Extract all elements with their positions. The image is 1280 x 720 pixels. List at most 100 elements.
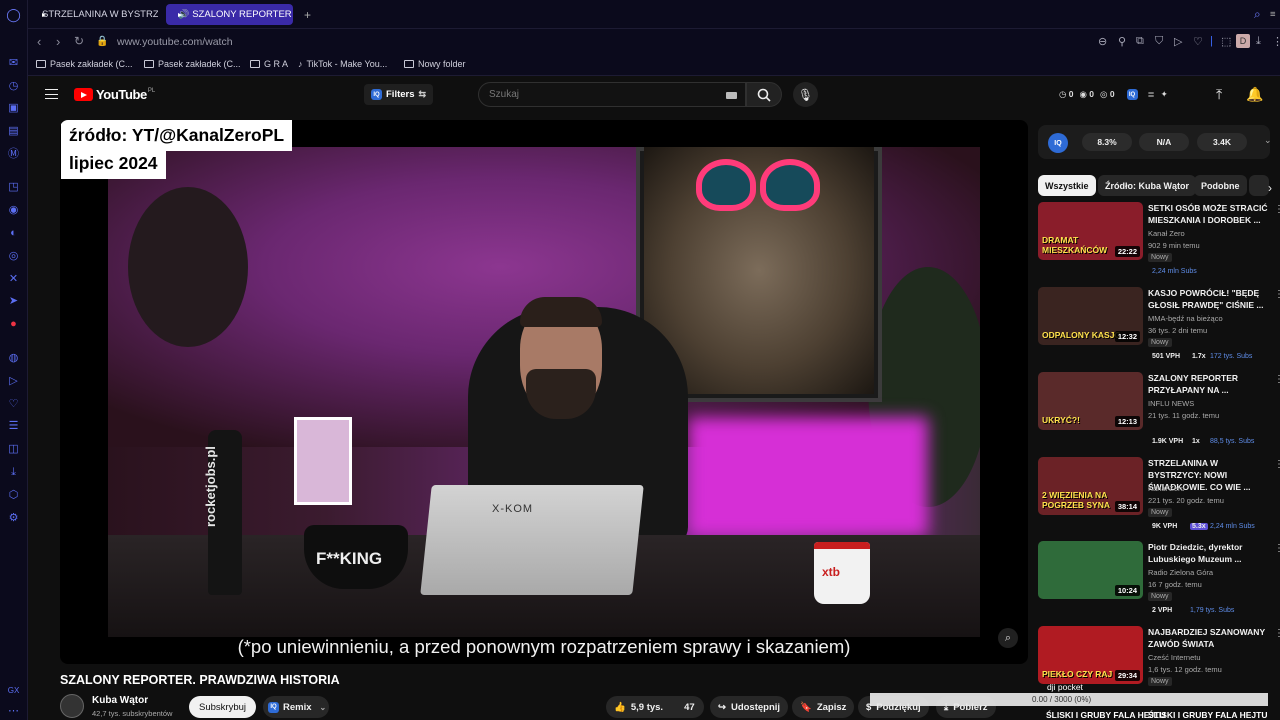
snapshot-icon[interactable]: ⧉ <box>1136 35 1144 48</box>
more-menu-icon[interactable]: ⋮ <box>1272 35 1280 48</box>
menu-icon[interactable]: ≡ <box>1262 4 1280 25</box>
more-options-icon[interactable]: ⋮ <box>1274 204 1280 215</box>
notifications-bell-icon[interactable]: 🔔 <box>1246 86 1263 103</box>
recommendation-channel[interactable]: Cześć Internetu <box>1148 653 1201 662</box>
recommendation-card[interactable]: PIEKŁO CZY RAJ 29:34 NAJBARDZIEJ SZANOWANY… <box>1038 626 1274 706</box>
filters-button[interactable]: IQ Filters ⇆ <box>364 84 434 105</box>
forward-icon[interactable]: › <box>56 34 60 49</box>
chip-all[interactable]: Wszystkie <box>1038 175 1096 196</box>
chat-icon[interactable]: ◍ <box>7 352 20 365</box>
save-button[interactable]: 🔖 Zapisz <box>792 696 855 718</box>
chip-partial[interactable] <box>1249 175 1269 196</box>
send-icon[interactable]: ▷ <box>1174 35 1182 48</box>
pin-icon[interactable]: ⚲ <box>1118 35 1126 48</box>
more-options-icon[interactable]: ⋮ <box>1274 289 1280 300</box>
recommendation-title[interactable]: NAJBARDZIEJ SZANOWANY ZAWÓD ŚWIATA <box>1148 626 1271 650</box>
history-icon[interactable]: ☰ <box>7 420 20 433</box>
more-options-icon[interactable]: ⋮ <box>1274 543 1280 554</box>
profile-avatar[interactable]: D <box>1236 34 1250 48</box>
youtube-logo[interactable]: YouTube PL <box>74 87 155 102</box>
zoom-icon[interactable]: ⊖ <box>1098 35 1107 48</box>
recommendation-channel[interactable]: Kanał Zero <box>1148 484 1185 493</box>
chip-similar[interactable]: Podobne <box>1194 175 1247 196</box>
remix-button[interactable]: IQ Remix ⌄ <box>263 696 329 718</box>
bookmark-folder[interactable]: Pasek zakładek (C... <box>144 59 241 69</box>
telegram-icon[interactable]: ➤ <box>7 295 20 308</box>
recommendation-card[interactable]: 2 WIĘZIENIA NA POGRZEB SYNA 38:14 STRZELAN… <box>1038 457 1274 537</box>
recommendation-card[interactable]: DRAMAT MIESZKAŃCÓW 22:22 SETKI OSÓB MOŻE S… <box>1038 202 1274 282</box>
list-icon[interactable]: ≣ <box>1148 89 1155 100</box>
video-thumbnail[interactable]: 10:24 <box>1038 541 1143 599</box>
camera-icon[interactable]: ◫ <box>7 443 20 456</box>
twitch-icon[interactable]: ◳ <box>7 181 20 194</box>
recommendation-title[interactable]: Piotr Dziedzic, dyrektor Lubuskiego Muze… <box>1148 541 1271 565</box>
recommendation-card[interactable]: 10:24 Piotr Dziedzic, dyrektor Lubuskiego… <box>1038 541 1274 621</box>
chevron-right-icon[interactable]: › <box>1268 181 1272 195</box>
recommendation-card[interactable]: ODPALONY KASJO 12:32 KASJO POWRÓCIŁ! "BĘDĘ… <box>1038 287 1274 367</box>
chip-source[interactable]: Źródło: Kuba Wątor <box>1098 175 1196 196</box>
channel-name[interactable]: Kuba Wątor <box>92 695 148 706</box>
chevron-down-icon[interactable]: ⌄ <box>1264 135 1272 146</box>
recommendation-channel[interactable]: Radio Zielona Góra <box>1148 568 1213 577</box>
video-player[interactable]: rocketjobs.pl F**KING X-KOM xtb źródło: … <box>60 120 1028 664</box>
downloads-icon[interactable]: ⤓ <box>1256 35 1261 48</box>
gx-icon[interactable]: GX <box>7 684 20 697</box>
recommendation-card[interactable]: UKRYĆ?! 12:13 SZALONY REPORTER PRZYŁAPANY … <box>1038 372 1274 452</box>
bag-icon[interactable]: ▣ <box>7 102 20 115</box>
voice-search-button[interactable]: 🎙 <box>793 82 818 107</box>
more-icon[interactable]: ⋯ <box>7 705 20 718</box>
bookmark-folder[interactable]: Nowy folder <box>404 59 466 69</box>
search-input[interactable]: Szukaj <box>478 82 746 107</box>
heart-icon[interactable]: ♡ <box>7 398 20 411</box>
settings-icon[interactable]: ⚙ <box>7 512 20 525</box>
channel-avatar[interactable] <box>60 694 84 718</box>
more-options-icon[interactable]: ⋮ <box>1274 374 1280 385</box>
more-options-icon[interactable]: ⋮ <box>1274 459 1280 470</box>
share-button[interactable]: ↪ Udostępnij <box>710 696 789 718</box>
news-icon[interactable]: ▤ <box>7 125 20 138</box>
extensions-icon[interactable]: ⬚ <box>1221 35 1231 48</box>
extension-icon[interactable]: ● <box>7 318 20 331</box>
x-twitter-icon[interactable]: ✕ <box>7 273 20 286</box>
messenger-icon[interactable]: ◉ <box>7 204 20 217</box>
tab-strzelanina[interactable]: STRZELANINA W BYSTRZ <box>30 4 158 25</box>
recommendation-channel[interactable]: Kanał Zero <box>1148 229 1185 238</box>
tab-szalony-reporter[interactable]: 🔊 SZALONY REPORTER <box>166 4 293 25</box>
player-icon[interactable]: ▷ <box>7 375 20 388</box>
keyboard-icon[interactable] <box>726 92 737 99</box>
video-thumbnail[interactable]: DRAMAT MIESZKAŃCÓW 22:22 <box>1038 202 1143 260</box>
shield-icon[interactable]: ⛉ <box>1155 35 1163 48</box>
cube-icon[interactable]: ⬡ <box>7 489 20 502</box>
recommendation-channel[interactable]: INFLU NEWS <box>1148 399 1194 408</box>
video-thumbnail[interactable]: 2 WIĘZIENIA NA POGRZEB SYNA 38:14 <box>1038 457 1143 515</box>
bookmark-folder[interactable]: G R A <box>250 59 288 69</box>
bookmark-folder[interactable]: Pasek zakładek (C... <box>36 59 133 69</box>
bookmark-tiktok[interactable]: ♪ TikTok - Make You... <box>298 59 387 69</box>
video-thumbnail[interactable]: ODPALONY KASJO 12:32 <box>1038 287 1143 345</box>
search-button[interactable] <box>746 82 782 107</box>
back-icon[interactable]: ‹ <box>37 34 41 49</box>
discord-icon[interactable]: ◐ <box>7 227 20 240</box>
new-tab-button[interactable]: + <box>296 4 319 25</box>
iq-logo-icon[interactable]: IQ <box>1048 133 1068 153</box>
more-options-icon[interactable]: ⋮ <box>1274 628 1280 639</box>
mail-icon[interactable]: ✉ <box>7 57 20 70</box>
recommendation-channel[interactable]: MMA-będź na bieżąco <box>1148 314 1223 323</box>
video-frame[interactable]: rocketjobs.pl F**KING X-KOM xtb <box>108 147 980 637</box>
download-icon[interactable]: ⤓ <box>7 466 20 479</box>
sparkle-icon[interactable]: ✦ <box>1161 89 1168 100</box>
m-icon[interactable]: Ⓜ <box>7 148 20 161</box>
recommendation-title[interactable]: SZALONY REPORTER PRZYŁAPANY NA ... <box>1148 372 1271 396</box>
video-thumbnail[interactable]: UKRYĆ?! 12:13 <box>1038 372 1143 430</box>
iq-icon[interactable]: IQ <box>1126 89 1138 100</box>
opera-logo-icon[interactable]: ◯ <box>6 8 21 21</box>
subscribe-button[interactable]: Subskrybuj <box>189 696 256 718</box>
clock-icon[interactable]: ◷ <box>7 80 20 93</box>
like-dislike-group[interactable]: 👍 5,9 tys. 47 <box>606 696 704 718</box>
upload-icon[interactable]: ⤒ <box>1216 86 1222 103</box>
like-icon[interactable]: 👍 <box>614 702 626 713</box>
url-field[interactable]: www.youtube.com/watch <box>117 36 233 48</box>
recommendation-title[interactable]: SETKI OSÓB MOŻE STRACIĆ MIESZKANIA I DOR… <box>1148 202 1271 226</box>
reload-icon[interactable]: ↻ <box>74 34 84 48</box>
recommendation-title[interactable]: KASJO POWRÓCIŁ! "BĘDĘ GŁOSIŁ PRAWDĘ" CIŚ… <box>1148 287 1271 311</box>
